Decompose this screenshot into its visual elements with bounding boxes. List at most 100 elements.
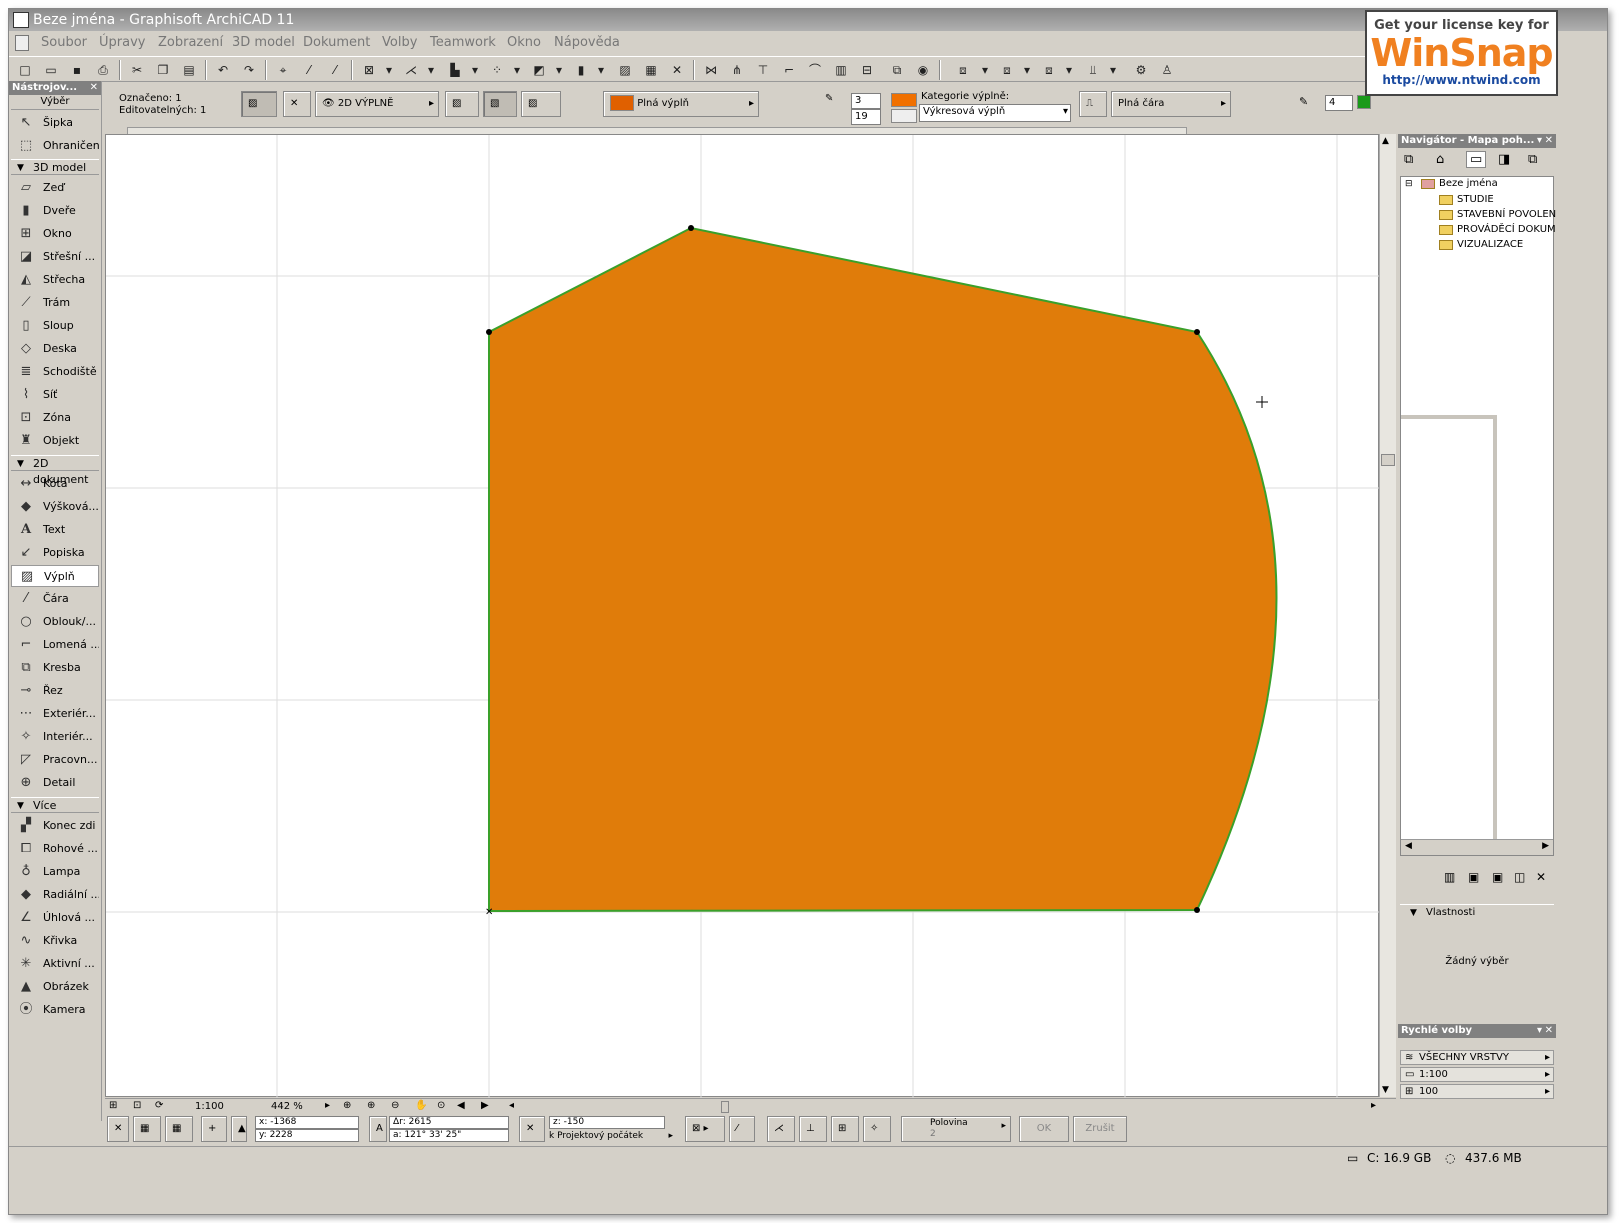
vertex-handle[interactable] (1194, 329, 1200, 335)
pen-set-selector[interactable]: ⊞ 100 ▸ (1400, 1084, 1554, 1099)
vertex-handle[interactable] (1194, 907, 1200, 913)
split-icon[interactable]: ⋈ (701, 60, 721, 80)
fill-polygon[interactable] (488, 226, 1278, 913)
tool-beam[interactable]: ⟋ Trám (11, 292, 99, 314)
pan-icon[interactable]: ✋ (415, 1100, 427, 1111)
guide-icon[interactable]: ⋌ (401, 60, 421, 80)
tool-camera[interactable]: ⦿ Kamera (11, 999, 99, 1021)
tool-section[interactable]: ⊸ Řez (11, 680, 99, 702)
project-map-icon[interactable]: ⧉ (1404, 152, 1413, 167)
tool-column[interactable]: ▯ Sloup (11, 315, 99, 337)
tool-line[interactable]: ⁄ Čára (11, 588, 99, 610)
pick-icon[interactable]: ⁄ (299, 60, 319, 80)
x-coord-field[interactable]: x: -1368 (255, 1116, 359, 1129)
menu-soubor[interactable]: Soubor (41, 32, 87, 54)
fill-geometry-button[interactable]: ▨ (241, 91, 277, 117)
refresh-icon[interactable]: ⟳ (155, 1100, 163, 1111)
vertical-scrollbar[interactable]: ▲ ▼ (1379, 134, 1396, 1097)
pen-1-color[interactable] (891, 93, 917, 107)
tool-arrow[interactable]: ↖ Šipka (11, 112, 99, 134)
tool-object[interactable]: ♜ Objekt (11, 430, 99, 452)
group-icon[interactable]: ⧉ (887, 60, 907, 80)
collapse-icon[interactable]: ⊟ (1405, 179, 1413, 189)
tool-wall[interactable]: ▱ Zeď (11, 177, 99, 199)
menu-upravy[interactable]: Úpravy (99, 32, 145, 54)
chevron-down-icon[interactable]: ▾ (465, 60, 485, 80)
chevron-down-icon[interactable]: ▾ (507, 60, 527, 80)
cancel-button[interactable]: Zrušit (1073, 1116, 1127, 1142)
tool-window[interactable]: ⊞ Okno (11, 223, 99, 245)
line-type-button[interactable]: ⎍ (1079, 91, 1107, 117)
new-icon[interactable]: □ (15, 60, 35, 80)
save-icon[interactable]: ▪ (67, 60, 87, 80)
next-zoom-icon[interactable]: ▶ (481, 1100, 489, 1111)
explode-icon[interactable]: ⊟ (857, 60, 877, 80)
layer-combination-selector[interactable]: ≋ VŠECHNY VRSTVY ▸ (1400, 1050, 1554, 1065)
fill-handle-button[interactable]: ✕ (283, 91, 311, 117)
drawing-canvas[interactable]: ✕ (105, 134, 1380, 1098)
tool-zone[interactable]: ⊡ Zóna (11, 407, 99, 429)
scroll-thumb[interactable] (1381, 454, 1395, 466)
delete-button[interactable]: ✕ (107, 1116, 129, 1142)
scroll-left-icon[interactable]: ◂ (509, 1100, 514, 1111)
cut-icon[interactable]: ✂ (127, 60, 147, 80)
inject-icon[interactable]: ⁄ (325, 60, 345, 80)
menu-teamwork[interactable]: Teamwork (430, 32, 496, 54)
zoom-out-icon[interactable]: ⊖ (391, 1100, 399, 1111)
tool-arc[interactable]: ○ Oblouk/... (11, 611, 99, 633)
find-icon[interactable]: ⌖ (273, 60, 293, 80)
tree-item[interactable]: STAVEBNÍ POVOLEN (1439, 208, 1556, 222)
offset-icon[interactable]: ▥ (831, 60, 851, 80)
grid-snap-button[interactable]: ▦ (165, 1116, 193, 1142)
chevron-down-icon[interactable]: ▾ (1537, 134, 1542, 148)
render-icon[interactable]: ◉ (913, 60, 933, 80)
close-icon[interactable]: ✕ (667, 60, 687, 80)
scroll-down-icon[interactable]: ▼ (1382, 1085, 1389, 1095)
chevron-down-icon[interactable]: ▾ (1537, 1024, 1542, 1038)
perpendicular-button[interactable]: ⊥ (799, 1116, 827, 1142)
menu-zobrazeni[interactable]: Zobrazení (158, 32, 223, 54)
tool-corner-window[interactable]: ⧠ Rohové ... (11, 838, 99, 860)
view2-icon[interactable]: ⧈ (997, 60, 1017, 80)
tool-label-tool[interactable]: ↙ Popiska (11, 542, 99, 564)
adjust-icon[interactable]: ⋔ (727, 60, 747, 80)
grid-icon[interactable]: ⁘ (487, 60, 507, 80)
layout-book-icon[interactable]: ▭ (1466, 151, 1487, 168)
fill-type-1-button[interactable]: ▨ (445, 91, 479, 117)
new-folder-icon[interactable]: ▣ (1468, 870, 1479, 884)
tool-interior-elevation[interactable]: ✧ Interiér... (11, 726, 99, 748)
group-more[interactable]: ▼ Více (11, 797, 99, 813)
prev-zoom-icon[interactable]: ◀ (457, 1100, 465, 1111)
walk-icon[interactable]: ♙ (1157, 60, 1177, 80)
undo-icon[interactable]: ↶ (213, 60, 233, 80)
table-icon[interactable]: ▦ (641, 60, 661, 80)
grid-toggle-button[interactable]: ▦ (133, 1116, 161, 1142)
settings-icon[interactable]: ▥ (1444, 870, 1455, 884)
pen-2-field[interactable]: 19 (851, 109, 881, 125)
chevron-down-icon[interactable]: ▾ (975, 60, 995, 80)
menu-volby[interactable]: Volby (382, 32, 417, 54)
guide-lines-button[interactable]: ⋌ (767, 1116, 795, 1142)
tool-angle-dimension[interactable]: ∠ Úhlová ... (11, 907, 99, 929)
hscroll-thumb[interactable] (721, 1101, 729, 1113)
chevron-down-icon[interactable]: ▾ (591, 60, 611, 80)
pen-icon[interactable]: ▮ (571, 60, 591, 80)
organizer-icon[interactable]: ⧉ (1528, 152, 1537, 167)
close-icon[interactable]: ✕ (1545, 1024, 1553, 1038)
origin-selector[interactable]: k Projektový počátek ▸ (549, 1130, 673, 1142)
scroll-right-icon[interactable]: ▶ (1542, 841, 1549, 851)
snap-point-selector[interactable]: Polovina 2 ▸ (901, 1116, 1011, 1142)
pen-1-field[interactable]: 3 (851, 93, 881, 109)
vertex-handle[interactable] (688, 225, 694, 231)
chevron-down-icon[interactable]: ▾ (1059, 60, 1079, 80)
tool-marquee[interactable]: ⬚ Ohraničení (11, 135, 99, 157)
angle-field[interactable]: a: 121° 33' 25" (389, 1129, 509, 1142)
vertex-handle[interactable] (486, 329, 492, 335)
scroll-up-icon[interactable]: ▲ (1382, 136, 1389, 146)
relative-button[interactable]: + (201, 1116, 227, 1142)
tool-lamp[interactable]: ♁ Lampa (11, 861, 99, 883)
tool-door[interactable]: ▮ Dveře (11, 200, 99, 222)
tree-item[interactable]: VIZUALIZACE (1439, 238, 1523, 252)
magic-wand-button[interactable]: ✧ (863, 1116, 891, 1142)
pen-2-color[interactable] (891, 109, 917, 123)
